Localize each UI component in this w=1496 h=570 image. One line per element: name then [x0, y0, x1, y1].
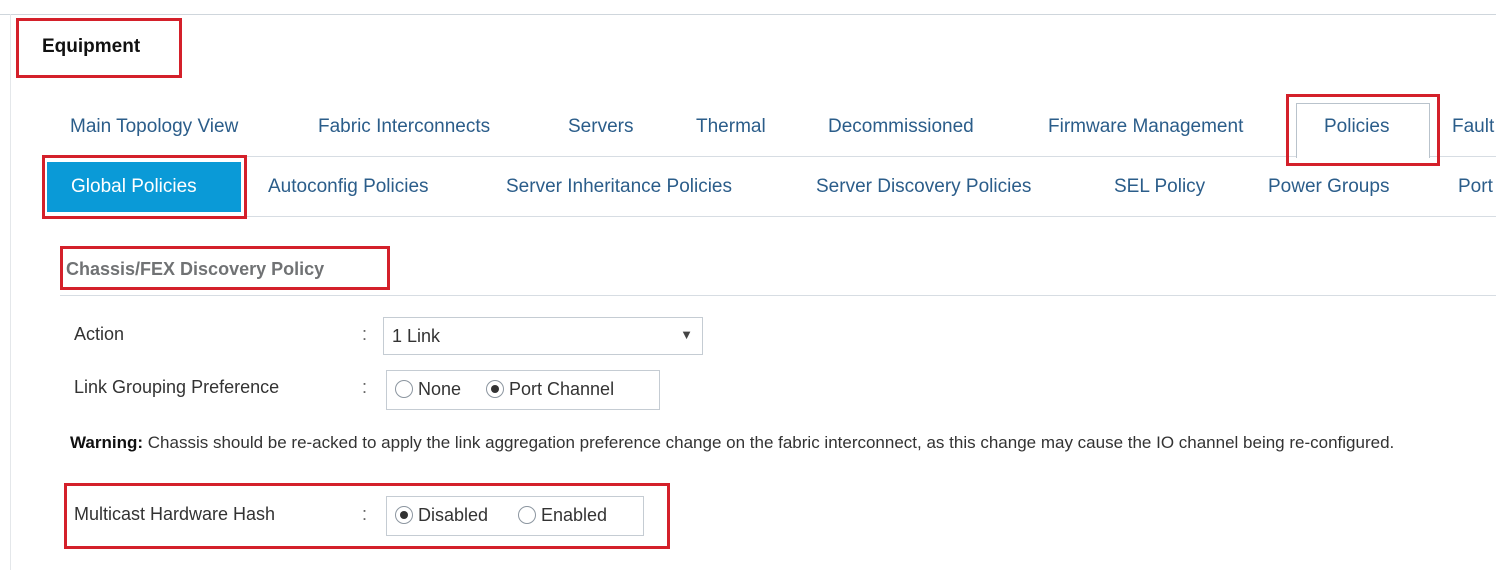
warning-text: Chassis should be re-acked to apply the … — [147, 433, 1395, 452]
multicast-hash-colon: : — [362, 504, 368, 524]
chevron-down-icon: ▼ — [680, 327, 693, 342]
tab-firmware-management[interactable]: Firmware Management — [1048, 116, 1243, 138]
tab-autoconfig-policies[interactable]: Autoconfig Policies — [268, 176, 429, 198]
warning-prefix: Warning: — [70, 433, 144, 452]
tab-port[interactable]: Port — [1458, 176, 1493, 198]
tab-global-policies[interactable]: Global Policies — [71, 176, 197, 198]
top-border — [0, 0, 1496, 15]
radio-option-none[interactable]: None — [395, 379, 461, 400]
radio-option-port-channel[interactable]: Port Channel — [486, 379, 614, 400]
radio-disabled-label: Disabled — [418, 505, 489, 525]
radio-port-channel-label: Port Channel — [509, 379, 615, 399]
link-grouping-colon: : — [362, 377, 368, 397]
link-grouping-radio-group: None Port Channel — [386, 370, 660, 410]
action-label: Action — [74, 324, 125, 344]
tab-servers[interactable]: Servers — [568, 116, 633, 138]
multicast-hash-label: Multicast Hardware Hash — [74, 504, 276, 524]
primary-tab-bar — [42, 100, 1496, 157]
radio-none-label: None — [418, 379, 462, 399]
tab-fabric-interconnects[interactable]: Fabric Interconnects — [318, 116, 490, 138]
link-grouping-label: Link Grouping Preference — [74, 377, 280, 397]
radio-option-enabled[interactable]: Enabled — [518, 505, 607, 526]
left-border — [10, 14, 11, 570]
page-title: Equipment — [42, 36, 141, 57]
action-colon: : — [362, 324, 368, 344]
warning-message: Warning: Chassis should be re-acked to a… — [70, 431, 1490, 455]
radio-none[interactable] — [395, 379, 413, 398]
radio-disabled[interactable] — [395, 505, 413, 524]
section-divider — [60, 295, 1496, 296]
multicast-hash-radio-group: Disabled Enabled — [386, 496, 644, 536]
action-select[interactable]: 1 Link ▼ — [383, 317, 703, 355]
tab-policies[interactable]: Policies — [1324, 116, 1389, 138]
action-select-value: 1 Link — [392, 326, 441, 346]
tab-thermal[interactable]: Thermal — [696, 116, 766, 138]
tab-server-discovery-policies[interactable]: Server Discovery Policies — [816, 176, 1031, 198]
tab-server-inheritance-policies[interactable]: Server Inheritance Policies — [506, 176, 732, 198]
section-title: Chassis/FEX Discovery Policy — [66, 259, 325, 279]
tab-sel-policy[interactable]: SEL Policy — [1114, 176, 1205, 198]
tab-power-groups[interactable]: Power Groups — [1268, 176, 1389, 198]
tab-decommissioned[interactable]: Decommissioned — [828, 116, 974, 138]
tab-main-topology-view[interactable]: Main Topology View — [70, 116, 238, 138]
radio-enabled[interactable] — [518, 505, 536, 524]
radio-enabled-label: Enabled — [541, 505, 608, 525]
radio-option-disabled[interactable]: Disabled — [395, 505, 488, 526]
tab-fault[interactable]: Fault — [1452, 116, 1494, 138]
radio-port-channel[interactable] — [486, 379, 504, 398]
